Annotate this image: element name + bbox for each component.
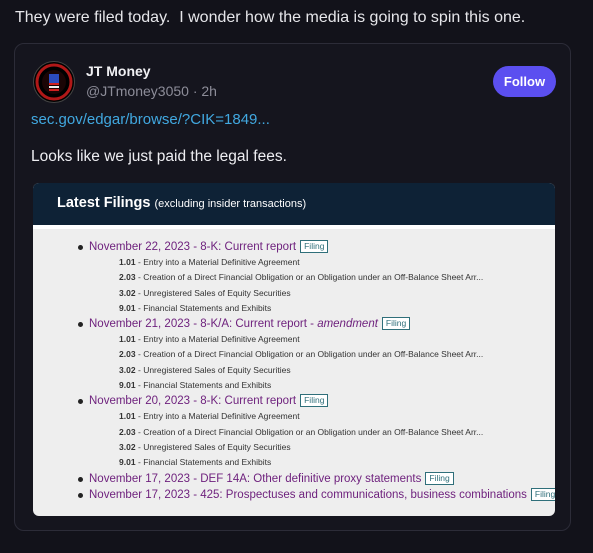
item-description: - Financial Statements and Exhibits <box>138 457 272 468</box>
filing-row: November 20, 2023 - 8-K: Current report F… <box>33 393 555 409</box>
bullet-icon <box>78 492 83 498</box>
item-code: 9.01 <box>119 302 136 313</box>
bullet-icon <box>78 245 83 250</box>
filing-badge[interactable]: Filing <box>381 317 411 331</box>
filing-item: 1.01- Entry into a Material Definitive A… <box>33 332 555 347</box>
filing-item: 9.01- Financial Statements and Exhibits <box>33 378 555 393</box>
item-code: 3.02 <box>119 441 136 452</box>
item-description: - Unregistered Sales of Equity Securitie… <box>138 287 291 298</box>
item-description: - Creation of a Direct Financial Obligat… <box>138 426 484 437</box>
filing-row: November 21, 2023 - 8-K/A: Current repor… <box>33 316 555 332</box>
filing-item: 2.03- Creation of a Direct Financial Obl… <box>33 425 555 440</box>
item-description: - Entry into a Material Definitive Agree… <box>138 334 300 345</box>
item-code: 2.03 <box>119 349 136 360</box>
filing-badge[interactable]: Filing <box>425 471 454 485</box>
filing-item: 9.01- Financial Statements and Exhibits <box>33 455 555 470</box>
filing-row: November 17, 2023 - DEF 14A: Other defin… <box>33 471 555 487</box>
item-code: 9.01 <box>119 380 136 391</box>
filing-badge[interactable]: Filing <box>300 240 329 253</box>
item-description: - Financial Statements and Exhibits <box>138 302 272 313</box>
author-name[interactable]: JT Money <box>86 63 151 79</box>
filing-entry: November 21, 2023 - 8-K/A: Current repor… <box>33 316 555 393</box>
filing-item: 1.01- Entry into a Material Definitive A… <box>33 409 555 424</box>
item-code: 9.01 <box>119 457 136 468</box>
attached-screenshot[interactable]: Latest Filings (excluding insider transa… <box>33 183 555 516</box>
item-description: - Creation of a Direct Financial Obligat… <box>138 272 484 283</box>
filing-badge[interactable]: Filing <box>300 394 329 408</box>
filing-entry: November 20, 2023 - 8-K: Current report F… <box>33 393 555 470</box>
filing-item: 2.03- Creation of a Direct Financial Obl… <box>33 270 555 285</box>
filing-entry: November 22, 2023 - 8-K: Current report F… <box>33 239 555 316</box>
item-description: - Entry into a Material Definitive Agree… <box>138 257 300 267</box>
filing-title-link[interactable]: November 21, 2023 - 8-K/A: Current repor… <box>89 317 411 331</box>
item-description: - Entry into a Material Definitive Agree… <box>138 411 300 422</box>
embedded-post-card[interactable]: JT Money @JTmoney3050 · 2h Follow sec.go… <box>14 43 571 531</box>
filing-row: November 17, 2023 - 425: Prospectuses an… <box>33 487 555 503</box>
bullet-icon <box>78 399 83 405</box>
item-code: 3.02 <box>119 287 136 298</box>
sec-link[interactable]: sec.gov/edgar/browse/?CIK=1849... <box>31 111 270 128</box>
filing-item: 2.03- Creation of a Direct Financial Obl… <box>33 347 555 362</box>
latest-filings-header: Latest Filings (excluding insider transa… <box>33 183 555 229</box>
filings-list: November 22, 2023 - 8-K: Current report F… <box>33 239 555 503</box>
filing-badge[interactable]: Filing <box>530 487 555 501</box>
item-code: 1.01 <box>119 334 136 345</box>
item-code: 1.01 <box>119 411 136 422</box>
filing-item: 3.02- Unregistered Sales of Equity Secur… <box>33 363 555 378</box>
filing-entry: November 17, 2023 - DEF 14A: Other defin… <box>33 471 555 487</box>
avatar-logo-icon <box>35 63 73 101</box>
item-code: 1.01 <box>119 257 136 267</box>
filing-title-link[interactable]: November 22, 2023 - 8-K: Current report F… <box>89 240 329 253</box>
filing-item: 3.02- Unregistered Sales of Equity Secur… <box>33 440 555 455</box>
embedded-post-text: Looks like we just paid the legal fees. <box>31 148 287 165</box>
filing-title-link[interactable]: November 17, 2023 - 425: Prospectuses an… <box>89 487 555 501</box>
filing-title-link[interactable]: November 20, 2023 - 8-K: Current report F… <box>89 394 329 408</box>
filing-item: 3.02- Unregistered Sales of Equity Secur… <box>33 286 555 301</box>
item-description: - Unregistered Sales of Equity Securitie… <box>138 441 291 452</box>
follow-button[interactable]: Follow <box>493 66 556 97</box>
filing-title-link[interactable]: November 17, 2023 - DEF 14A: Other defin… <box>89 471 454 485</box>
filing-entry: November 17, 2023 - 425: Prospectuses an… <box>33 487 555 503</box>
filing-item: 1.01- Entry into a Material Definitive A… <box>33 255 555 270</box>
filing-row: November 22, 2023 - 8-K: Current report F… <box>33 239 555 255</box>
author-handle: @JTmoney3050 · 2h <box>86 83 217 99</box>
item-description: - Creation of a Direct Financial Obligat… <box>138 349 484 360</box>
bullet-icon <box>78 322 83 328</box>
filing-item: 9.01- Financial Statements and Exhibits <box>33 301 555 316</box>
item-description: - Unregistered Sales of Equity Securitie… <box>138 364 291 375</box>
bullet-icon <box>78 476 83 482</box>
post-text: They were filed today. I wonder how the … <box>15 9 526 26</box>
item-code: 2.03 <box>119 272 136 283</box>
author-avatar[interactable] <box>33 61 75 103</box>
item-description: - Financial Statements and Exhibits <box>138 380 272 391</box>
item-code: 3.02 <box>119 364 136 375</box>
item-code: 2.03 <box>119 426 136 437</box>
latest-filings-title: Latest Filings (excluding insider transa… <box>57 195 307 211</box>
